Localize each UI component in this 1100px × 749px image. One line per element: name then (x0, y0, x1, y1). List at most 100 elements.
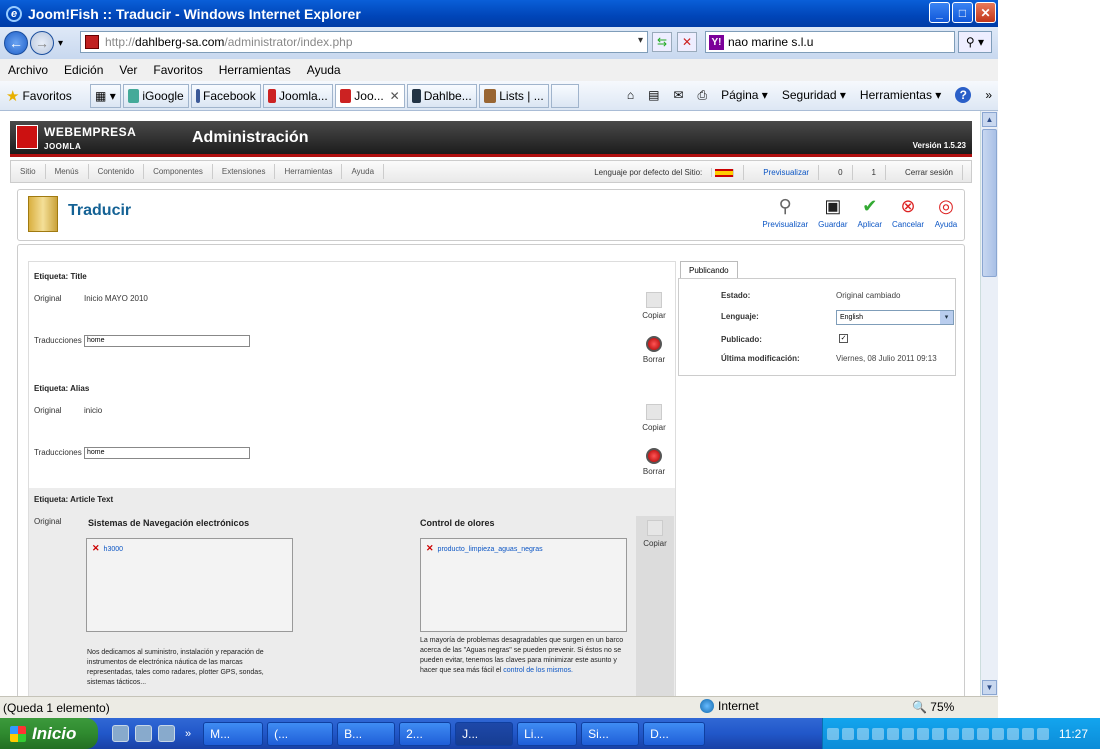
jmenu-componentes[interactable]: Componentes (144, 164, 213, 179)
search-button[interactable]: ⚲ ▾ (958, 31, 992, 53)
menu-herramientas-cmd[interactable]: Herramientas ▾ (860, 88, 941, 102)
jmenu-ayuda[interactable]: Ayuda (342, 164, 385, 179)
home-icon[interactable]: ⌂ (627, 88, 634, 102)
aplicar-button[interactable]: ✔ Aplicar (858, 194, 882, 229)
address-dropdown-icon[interactable]: ▾ (638, 35, 643, 46)
tray-icon[interactable] (1021, 727, 1034, 740)
menu-edicion[interactable]: Edición (56, 63, 111, 77)
tray-icon[interactable] (841, 727, 854, 740)
preview-link[interactable]: Previsualizar (754, 165, 820, 180)
ie-quicklaunch-icon[interactable] (112, 725, 129, 742)
taskbar-task[interactable]: B... (337, 721, 396, 746)
menu-pagina[interactable]: Página ▾ (721, 88, 768, 102)
status-bar: (Queda 1 elemento) Internet 🔍 75% (0, 696, 998, 718)
tray-icon[interactable] (991, 727, 1004, 740)
alias-translation-input[interactable]: home (84, 447, 250, 459)
more-icon[interactable]: » (985, 88, 992, 102)
ayuda-button[interactable]: ◎ Ayuda (934, 194, 958, 229)
copy-title-button[interactable]: Copiar (639, 292, 669, 320)
logout-link[interactable]: Cerrar sesión (896, 165, 963, 180)
jmenu-contenido[interactable]: Contenido (89, 164, 145, 179)
taskbar-task[interactable]: Si... (581, 721, 640, 746)
previsualizar-button[interactable]: ⚲ Previsualizar (762, 194, 808, 229)
taskbar-task[interactable]: (... (267, 721, 334, 746)
tray-icon[interactable] (1036, 727, 1049, 740)
tray-icon[interactable] (961, 727, 974, 740)
tray-icon[interactable] (886, 727, 899, 740)
tray-icon[interactable] (946, 727, 959, 740)
security-zone: Internet (700, 699, 759, 713)
taskbar-task[interactable]: 2... (399, 721, 452, 746)
help-icon[interactable]: ? (955, 87, 972, 103)
menu-archivo[interactable]: Archivo (0, 63, 56, 77)
menu-seguridad[interactable]: Seguridad ▾ (782, 88, 846, 102)
tray-icon[interactable] (916, 727, 929, 740)
trash-icon (646, 448, 662, 464)
stop-button[interactable]: ✕ (677, 32, 697, 52)
back-button[interactable]: ← (4, 31, 28, 55)
more-quicklaunch-icon[interactable]: » (185, 728, 191, 740)
tray-icon[interactable] (826, 727, 839, 740)
taskbar-task[interactable]: M... (203, 721, 264, 746)
search-input[interactable]: Y! nao marine s.l.u (705, 31, 955, 53)
tab-facebook[interactable]: Facebook (190, 84, 261, 108)
jmenu-menus[interactable]: Menús (46, 164, 89, 179)
zoom-level[interactable]: 🔍 75% (912, 700, 954, 714)
published-checkbox[interactable]: ✓ (839, 334, 848, 343)
tray-icon[interactable] (871, 727, 884, 740)
start-button[interactable]: Inicio (0, 718, 98, 749)
jmenu-sitio[interactable]: Sitio (11, 164, 46, 179)
guardar-button[interactable]: ▣ Guardar (818, 194, 847, 229)
tray-icon[interactable] (976, 727, 989, 740)
tray-icon[interactable] (931, 727, 944, 740)
menu-favoritos[interactable]: Favoritos (145, 63, 210, 77)
menu-herramientas[interactable]: Herramientas (211, 63, 299, 77)
tab-joomla[interactable]: Joomla... (262, 84, 333, 108)
users-count[interactable]: 1 (863, 165, 886, 180)
menu-ver[interactable]: Ver (111, 63, 145, 77)
tray-icon[interactable] (901, 727, 914, 740)
menu-ayuda[interactable]: Ayuda (299, 63, 349, 77)
taskbar-task[interactable]: D... (643, 721, 706, 746)
minimize-button[interactable]: _ (929, 2, 950, 23)
title-translation-input[interactable]: home (84, 335, 250, 347)
col2-link[interactable]: control de los mismos. (503, 667, 573, 674)
mail-icon[interactable]: ✉ (673, 88, 683, 102)
copy-alias-button[interactable]: Copiar (639, 404, 669, 432)
quick-tabs-button[interactable]: ▦ ▾ (90, 84, 121, 108)
language-select[interactable]: English ▾ (836, 310, 954, 325)
tab-publicando[interactable]: Publicando (680, 261, 738, 279)
tray-icon[interactable] (856, 727, 869, 740)
tray-icon[interactable] (1006, 727, 1019, 740)
firefox-quicklaunch-icon[interactable] (135, 725, 152, 742)
scroll-down-icon[interactable]: ▼ (982, 680, 997, 695)
refresh-button[interactable]: ⇆ (652, 32, 672, 52)
tab-dahlberg[interactable]: Dahlbe... (406, 84, 477, 108)
close-tab-icon[interactable]: ✕ (390, 89, 400, 103)
copy-article-button[interactable]: Copiar (640, 520, 670, 548)
print-icon[interactable]: ⎙ (698, 88, 708, 103)
history-dropdown-icon[interactable]: ▾ (58, 38, 63, 49)
feeds-icon[interactable]: ▤ (648, 88, 659, 102)
delete-title-button[interactable]: Borrar (639, 336, 669, 364)
new-tab-button[interactable] (550, 84, 579, 108)
tab-joomfish-active[interactable]: Joo... ✕ (334, 84, 405, 108)
scroll-thumb[interactable] (982, 129, 997, 277)
tab-lists[interactable]: Lists | ... (478, 84, 549, 108)
messages-count[interactable]: 0 (829, 165, 853, 180)
forward-button[interactable]: → (30, 31, 54, 55)
taskbar-task[interactable]: J... (455, 721, 514, 746)
delete-alias-button[interactable]: Borrar (639, 448, 669, 476)
favorites-button[interactable]: ★ Favoritos (0, 87, 86, 105)
maximize-button[interactable]: □ (952, 2, 973, 23)
app-quicklaunch-icon[interactable] (158, 725, 175, 742)
vertical-scrollbar[interactable]: ▲ ▼ (980, 111, 998, 696)
cancelar-button[interactable]: ⊗ Cancelar (892, 194, 924, 229)
taskbar-task[interactable]: Li... (517, 721, 578, 746)
jmenu-herramientas[interactable]: Herramientas (275, 164, 343, 179)
close-button[interactable]: ✕ (975, 2, 996, 23)
tab-igoogle[interactable]: iGoogle (122, 84, 189, 108)
jmenu-extensiones[interactable]: Extensiones (213, 164, 276, 179)
address-bar[interactable]: http://dahlberg-sa.com/administrator/ind… (80, 31, 648, 53)
scroll-up-icon[interactable]: ▲ (982, 112, 997, 127)
